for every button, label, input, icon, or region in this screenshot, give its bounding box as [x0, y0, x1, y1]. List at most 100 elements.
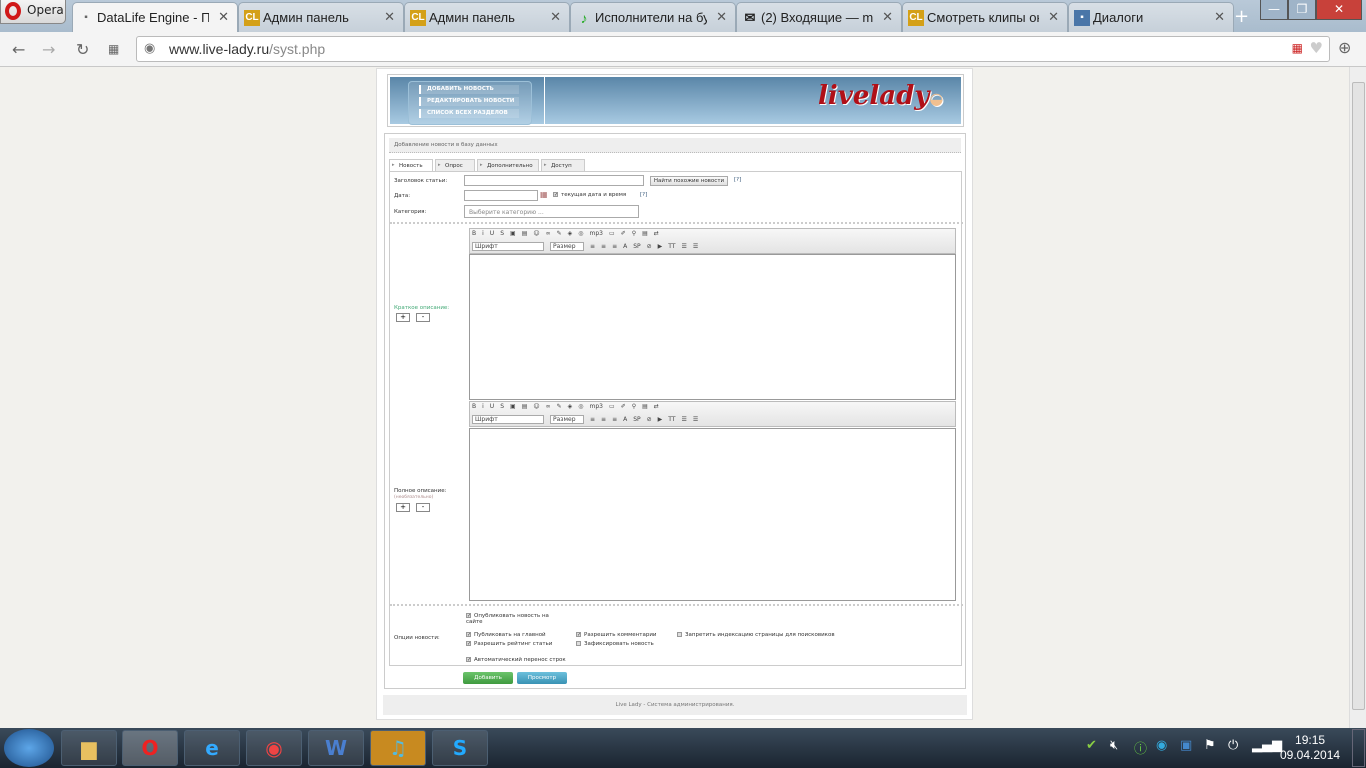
editor-tool-icon[interactable]: B	[472, 230, 476, 237]
tray-check-icon[interactable]: ✔	[1086, 738, 1097, 753]
site-info-icon[interactable]: ◉	[144, 41, 155, 56]
volume-muted-icon[interactable]: 🔇︎	[1110, 738, 1118, 753]
title-input[interactable]	[464, 175, 644, 186]
forward-icon[interactable]: →	[42, 40, 55, 59]
add-button[interactable]: Добавить	[463, 672, 513, 684]
editor-tool-icon[interactable]: ▣	[510, 230, 516, 237]
skype-taskbar-button[interactable]: S	[432, 730, 488, 766]
download-icon[interactable]: ⊕	[1338, 38, 1351, 57]
editor-tool-icon[interactable]: ▤	[522, 230, 528, 237]
tab-admin-2[interactable]: CL Админ панель ✕	[404, 2, 570, 32]
chrome-taskbar-button[interactable]: ◉	[246, 730, 302, 766]
clock[interactable]: 19:15 09.04.2014	[1280, 733, 1340, 763]
find-similar-button[interactable]: Найти похожие новости	[650, 176, 728, 186]
editor-tool-icon[interactable]: ✐	[621, 403, 626, 410]
auto-wrap-checkbox[interactable]: ✓ Автоматический перенос строк	[466, 657, 566, 663]
editor-tool-icon[interactable]: A	[623, 243, 627, 250]
close-tab-icon[interactable]: ✕	[1214, 9, 1225, 25]
info-icon[interactable]: ⓘ	[1134, 738, 1147, 757]
editor-tool-icon[interactable]: ◎	[578, 403, 583, 410]
windows-update-icon[interactable]: ▣	[1180, 738, 1192, 753]
editor-tool-icon[interactable]: ▭	[609, 403, 615, 410]
calendar-icon[interactable]: ▦	[540, 190, 548, 199]
editor-tool-icon[interactable]: ⚲	[632, 403, 636, 410]
itunes-taskbar-button[interactable]: ♫	[370, 730, 426, 766]
editor-tool-icon[interactable]: ▶	[658, 416, 663, 423]
font-select[interactable]: Шрифт	[472, 242, 544, 251]
noindex-checkbox[interactable]: Запретить индексацию страницы для поиско…	[677, 632, 835, 638]
editor-tool-icon[interactable]: ☰	[693, 243, 698, 250]
reload-icon[interactable]: ↻	[76, 40, 89, 59]
speed-dial-icon[interactable]: ▦	[108, 42, 119, 56]
menu-edit-news[interactable]: РЕДАКТИРОВАТЬ НОВОСТИ	[419, 97, 519, 106]
fix-news-checkbox[interactable]: Зафиксировать новость	[576, 641, 654, 647]
explorer-taskbar-button[interactable]: ▆	[61, 730, 117, 766]
main-page-checkbox[interactable]: ✓ Публиковать на главной	[466, 632, 546, 638]
shrink-short-button[interactable]: -	[416, 313, 430, 322]
minimize-button[interactable]: —	[1260, 0, 1288, 20]
help-link[interactable]: [?]	[640, 192, 647, 198]
heart-bookmark-icon[interactable]: ♥	[1310, 39, 1323, 57]
editor-tool-icon[interactable]: ✎	[557, 230, 562, 237]
power-icon[interactable]: ⏻	[1228, 738, 1238, 753]
tab-admin-1[interactable]: CL Админ панель ✕	[238, 2, 404, 32]
editor-tool-icon[interactable]: ≡	[590, 243, 595, 250]
tray-app-icon[interactable]: ◉	[1156, 738, 1167, 753]
editor-tool-icon[interactable]: ☰	[682, 416, 687, 423]
opera-menu-button[interactable]: Opera	[0, 0, 66, 24]
close-window-button[interactable]: ✕	[1316, 0, 1362, 20]
editor-tool-icon[interactable]: ▤	[642, 403, 648, 410]
editor-tool-icon[interactable]: ✎	[557, 403, 562, 410]
editor-tool-icon[interactable]: i	[482, 230, 484, 237]
editor-tool-icon[interactable]: U	[490, 403, 494, 410]
opera-taskbar-button[interactable]: O	[122, 730, 178, 766]
tab-inbox[interactable]: ✉ (2) Входящие — mai ✕	[736, 2, 902, 32]
action-center-flag-icon[interactable]: ⚑	[1204, 738, 1216, 753]
editor-tool-icon[interactable]: TT	[668, 243, 675, 250]
editor-tool-icon[interactable]: ▣	[510, 403, 516, 410]
editor-tool-icon[interactable]: ⇄	[654, 403, 659, 410]
editor-tool-icon[interactable]: ▤	[642, 230, 648, 237]
editor-tool-icon[interactable]: ✐	[621, 230, 626, 237]
editor-tool-icon[interactable]: ▶	[658, 243, 663, 250]
tab-news[interactable]: Новость	[389, 159, 433, 171]
editor-tool-icon[interactable]: S	[500, 403, 504, 410]
editor-tool-icon[interactable]: ⊘	[647, 416, 652, 423]
full-description-textarea[interactable]	[469, 428, 956, 601]
page-scrollbar[interactable]	[1349, 67, 1366, 728]
editor-tool-icon[interactable]: ≡	[612, 416, 617, 423]
editor-tool-icon[interactable]: SP	[633, 243, 640, 250]
editor-tool-icon[interactable]: ▤	[522, 403, 528, 410]
expand-full-button[interactable]: +	[396, 503, 410, 512]
scrollbar-thumb[interactable]	[1352, 82, 1365, 710]
editor-tool-icon[interactable]: ∞	[546, 230, 551, 237]
publish-checkbox[interactable]: ✓ Опубликовать новость на сайте	[466, 613, 566, 625]
back-icon[interactable]: ←	[12, 40, 25, 59]
editor-tool-icon[interactable]: ⚲	[632, 230, 636, 237]
editor-tool-icon[interactable]: S	[500, 230, 504, 237]
maximize-button[interactable]: ❐	[1288, 0, 1316, 20]
tab-additional[interactable]: Дополнительно	[477, 159, 539, 171]
editor-tool-icon[interactable]: ≡	[612, 243, 617, 250]
date-input[interactable]	[464, 190, 538, 201]
editor-tool-icon[interactable]: ⇄	[654, 230, 659, 237]
shrink-full-button[interactable]: -	[416, 503, 430, 512]
editor-tool-icon[interactable]: ≡	[590, 416, 595, 423]
editor-tool-icon[interactable]: TT	[668, 416, 675, 423]
menu-sections-list[interactable]: СПИСОК ВСЕХ РАЗДЕЛОВ	[419, 109, 519, 118]
editor-tool-icon[interactable]: ∞	[546, 403, 551, 410]
close-tab-icon[interactable]: ✕	[882, 9, 893, 25]
editor-tool-icon[interactable]: i	[482, 403, 484, 410]
editor-tool-icon[interactable]: ≡	[601, 243, 606, 250]
editor-tool-icon[interactable]: ☰	[693, 416, 698, 423]
menu-add-news[interactable]: ДОБАВИТЬ НОВОСТЬ	[419, 85, 519, 94]
word-taskbar-button[interactable]: W	[308, 730, 364, 766]
editor-tool-icon[interactable]: U	[490, 230, 494, 237]
tab-performers[interactable]: ♪ Исполнители на бу ✕	[570, 2, 736, 32]
allow-comments-checkbox[interactable]: ✓ Разрешить комментарии	[576, 632, 656, 638]
editor-tool-icon[interactable]: ☰	[682, 243, 687, 250]
editor-tool-icon[interactable]: A	[623, 416, 627, 423]
editor-tool-icon[interactable]: mp3	[590, 403, 603, 410]
allow-rating-checkbox[interactable]: ✓ Разрешить рейтинг статьи	[466, 641, 552, 647]
expand-short-button[interactable]: +	[396, 313, 410, 322]
